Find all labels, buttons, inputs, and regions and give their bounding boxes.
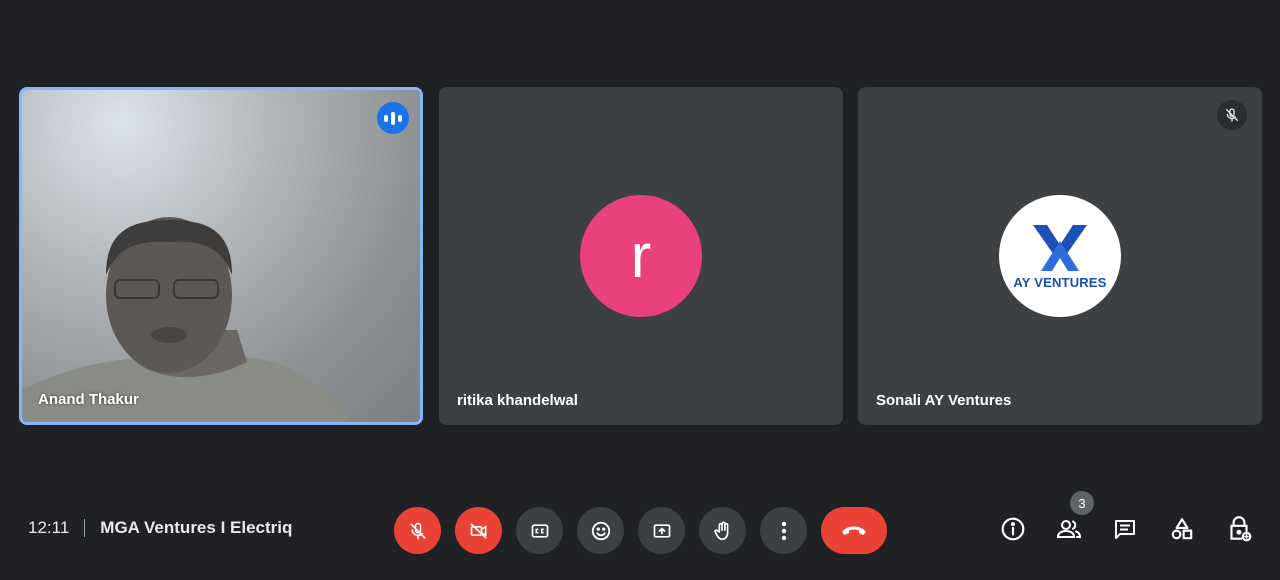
participant-tile-ritika[interactable]: r ritika khandelwal: [439, 87, 843, 425]
mic-off-icon: [410, 522, 425, 539]
participant-name: ritika khandelwal: [457, 392, 578, 409]
logo-text: AY VENTURES: [1013, 274, 1107, 290]
meeting-title[interactable]: MGA Ventures I Electriq: [100, 518, 292, 538]
people-icon: [1056, 520, 1082, 538]
camera-toggle-button[interactable]: [455, 507, 502, 554]
participant-name: Sonali AY Ventures: [876, 392, 1012, 409]
captions-button[interactable]: [516, 507, 563, 554]
reactions-button[interactable]: [577, 507, 624, 554]
captions-icon: [531, 523, 548, 538]
emoji-icon: [591, 521, 610, 540]
host-controls-icon: [1230, 516, 1252, 542]
activities-icon: [1171, 518, 1193, 540]
present-now-button[interactable]: [638, 507, 685, 554]
chat-button[interactable]: [1108, 512, 1142, 546]
chat-icon: [1115, 520, 1135, 539]
camera-off-icon: [470, 523, 486, 538]
leave-call-icon: [842, 526, 866, 535]
mic-muted-icon: [1217, 100, 1247, 130]
more-options-icon: [781, 521, 786, 540]
more-options-button[interactable]: [760, 507, 807, 554]
avatar-letter: r: [630, 221, 652, 291]
ay-ventures-logo-icon: [1033, 224, 1087, 271]
people-button[interactable]: [1052, 512, 1086, 546]
info-icon: [1001, 517, 1025, 541]
participant-tile-anand[interactable]: Anand Thakur: [19, 87, 423, 425]
mic-toggle-button[interactable]: [394, 507, 441, 554]
raise-hand-icon: [713, 521, 728, 540]
participant-tile-sonali[interactable]: AY VENTURES Sonali AY Ventures: [858, 87, 1262, 425]
activities-button[interactable]: [1165, 512, 1199, 546]
divider: [84, 519, 86, 537]
participant-avatar-logo: AY VENTURES: [999, 195, 1121, 317]
participant-video-person: [22, 217, 352, 422]
leave-call-button[interactable]: [821, 507, 887, 554]
raise-hand-button[interactable]: [699, 507, 746, 554]
clock-time: 12:11: [28, 518, 70, 537]
meeting-info: 12:11 MGA Ventures I Electriq: [28, 518, 292, 538]
participant-name: Anand Thakur: [38, 391, 139, 408]
speaking-indicator-icon: [377, 102, 409, 134]
participant-avatar: r: [580, 195, 702, 317]
host-controls-button[interactable]: [1222, 512, 1256, 546]
present-screen-icon: [653, 523, 670, 538]
meeting-details-button[interactable]: [996, 512, 1030, 546]
